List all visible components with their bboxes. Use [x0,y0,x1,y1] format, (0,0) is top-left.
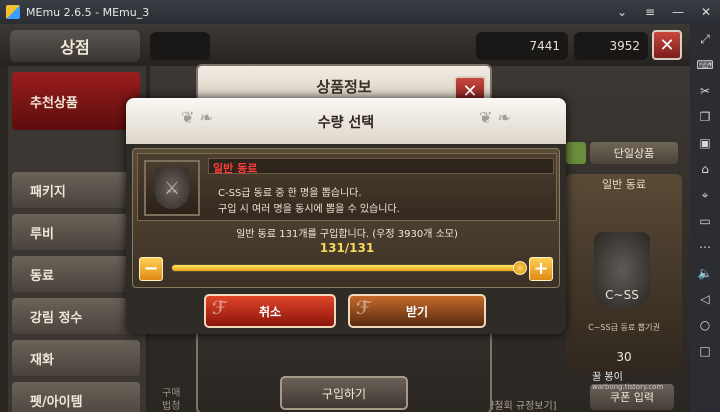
title-bar: MEmu 2.6.5 - MEmu_3 ⌄ ≡ — ✕ [0,0,720,24]
confirm-button[interactable]: ℱ 받기 [348,294,486,328]
increase-quantity-button[interactable]: + [529,257,553,281]
item-description-2: 구입 시 여러 명을 동시에 뽑을 수 있습니다. [218,204,400,215]
menu-item-descent-essence[interactable]: 강림 정수 [12,298,140,334]
item-description-1: C-SS급 동료 중 한 명을 뽑습니다. [218,188,362,199]
quantity-slider-handle[interactable] [513,261,527,275]
item-name: 일반 동료 [213,162,258,175]
cancel-button[interactable]: ℱ 취소 [204,294,336,328]
window-title: MEmu 2.6.5 - MEmu_3 [26,5,150,19]
watermark: 꿀 봉이 warbong.tistory.com [592,368,663,391]
product-shield-image: C~SS [594,232,650,308]
shield-icon: ⚔ [155,167,189,209]
emulator-window: MEmu 2.6.5 - MEmu_3 ⌄ ≡ — ✕ 상점 7441 3952… [0,0,720,412]
quantity-count: 131/131 [319,241,375,255]
quantity-slider-fill [172,265,520,271]
purchase-button[interactable]: 구입하기 [280,376,408,410]
menu-item-package[interactable]: 패키지 [12,172,140,208]
footer-line-2: 법청 [162,401,181,412]
watermark-name: 꿀 봉이 [592,372,623,383]
product-name: 일반 동료 [602,178,646,191]
ornament-right-icon: ❦ ❧ [479,108,511,127]
more-icon[interactable]: ⋯ [694,236,716,258]
purchase-summary: 일반 동료 131개를 구입합니다. (우정 3930개 소모) [236,229,458,240]
item-info-panel: ⚔ 일반 동료 C-SS급 동료 중 한 명을 뽑습니다. 구입 시 여러 명을… [137,153,557,221]
tab-bundle[interactable] [566,142,586,164]
volume-icon[interactable]: 🔈 [694,262,716,284]
location-icon[interactable]: ⌖ [694,184,716,206]
info-popup-title: 상품정보 [316,78,372,96]
currency-box: 3952 [574,32,648,60]
apk-icon[interactable]: ▣ [694,132,716,154]
expand-icon[interactable]: ⤢ [694,28,716,50]
item-thumbnail: ⚔ [144,160,200,216]
cancel-button-label: 취소 [258,304,282,319]
menu-item-recommended[interactable]: 추천상품 [12,72,140,130]
button-ornament-icon: ℱ [212,298,227,319]
menu-item-companion[interactable]: 동료 [12,256,140,292]
recent-apps-icon[interactable]: □ [694,340,716,362]
currency-box [150,32,210,60]
product-card[interactable]: 일반 동료 C~SS C~SS급 동료 뽑기권 30 [566,174,682,374]
shop-close-button[interactable]: ✕ [652,30,682,60]
quantity-select-dialog: ❦ ❧ 수량 선택 ❦ ❧ ⚔ 일반 동료 C-SS급 동료 중 한 명을 뽑습… [126,98,566,334]
broom-icon[interactable]: ⌂ [694,158,716,180]
menu-item-goods[interactable]: 재화 [12,340,140,376]
quantity-dialog-body: ⚔ 일반 동료 C-SS급 동료 중 한 명을 뽑습니다. 구입 시 여러 명을… [132,148,560,288]
settings-chevron-icon[interactable]: ⌄ [608,5,636,19]
folder-icon[interactable]: ▭ [694,210,716,232]
home-icon[interactable]: ○ [694,314,716,336]
decrease-quantity-button[interactable]: − [139,257,163,281]
quantity-slider[interactable] [171,261,527,275]
menu-item-pet-item[interactable]: 펫/아이템 [12,382,140,412]
keyboard-icon[interactable]: ⌨ [694,54,716,76]
shop-title: 상점 [10,30,140,62]
memu-logo-icon [6,5,20,19]
quantity-dialog-header: ❦ ❧ 수량 선택 ❦ ❧ [126,98,566,144]
confirm-button-label: 받기 [405,304,429,319]
emulator-toolbar: ⤢ ⌨ ✂ ❐ ▣ ⌂ ⌖ ▭ ⋯ 🔈 ◁ ○ □ [690,24,720,412]
menu-item-ruby[interactable]: 루비 [12,214,140,250]
copy-icon[interactable]: ❐ [694,106,716,128]
scissors-icon[interactable]: ✂ [694,80,716,102]
product-ticket-label: C~SS급 동료 뽑기권 [588,323,660,332]
watermark-url: warbong.tistory.com [592,383,664,391]
button-ornament-icon: ℱ [356,298,371,319]
item-name-bar: 일반 동료 [208,158,554,175]
currency-box: 7441 [476,32,568,60]
product-price: 30 [616,350,632,364]
tab-single-item[interactable]: 단일상품 [590,142,678,164]
back-icon[interactable]: ◁ [694,288,716,310]
minimize-icon[interactable]: — [664,5,692,19]
close-window-icon[interactable]: ✕ [692,5,720,19]
menu-icon[interactable]: ≡ [636,5,664,19]
